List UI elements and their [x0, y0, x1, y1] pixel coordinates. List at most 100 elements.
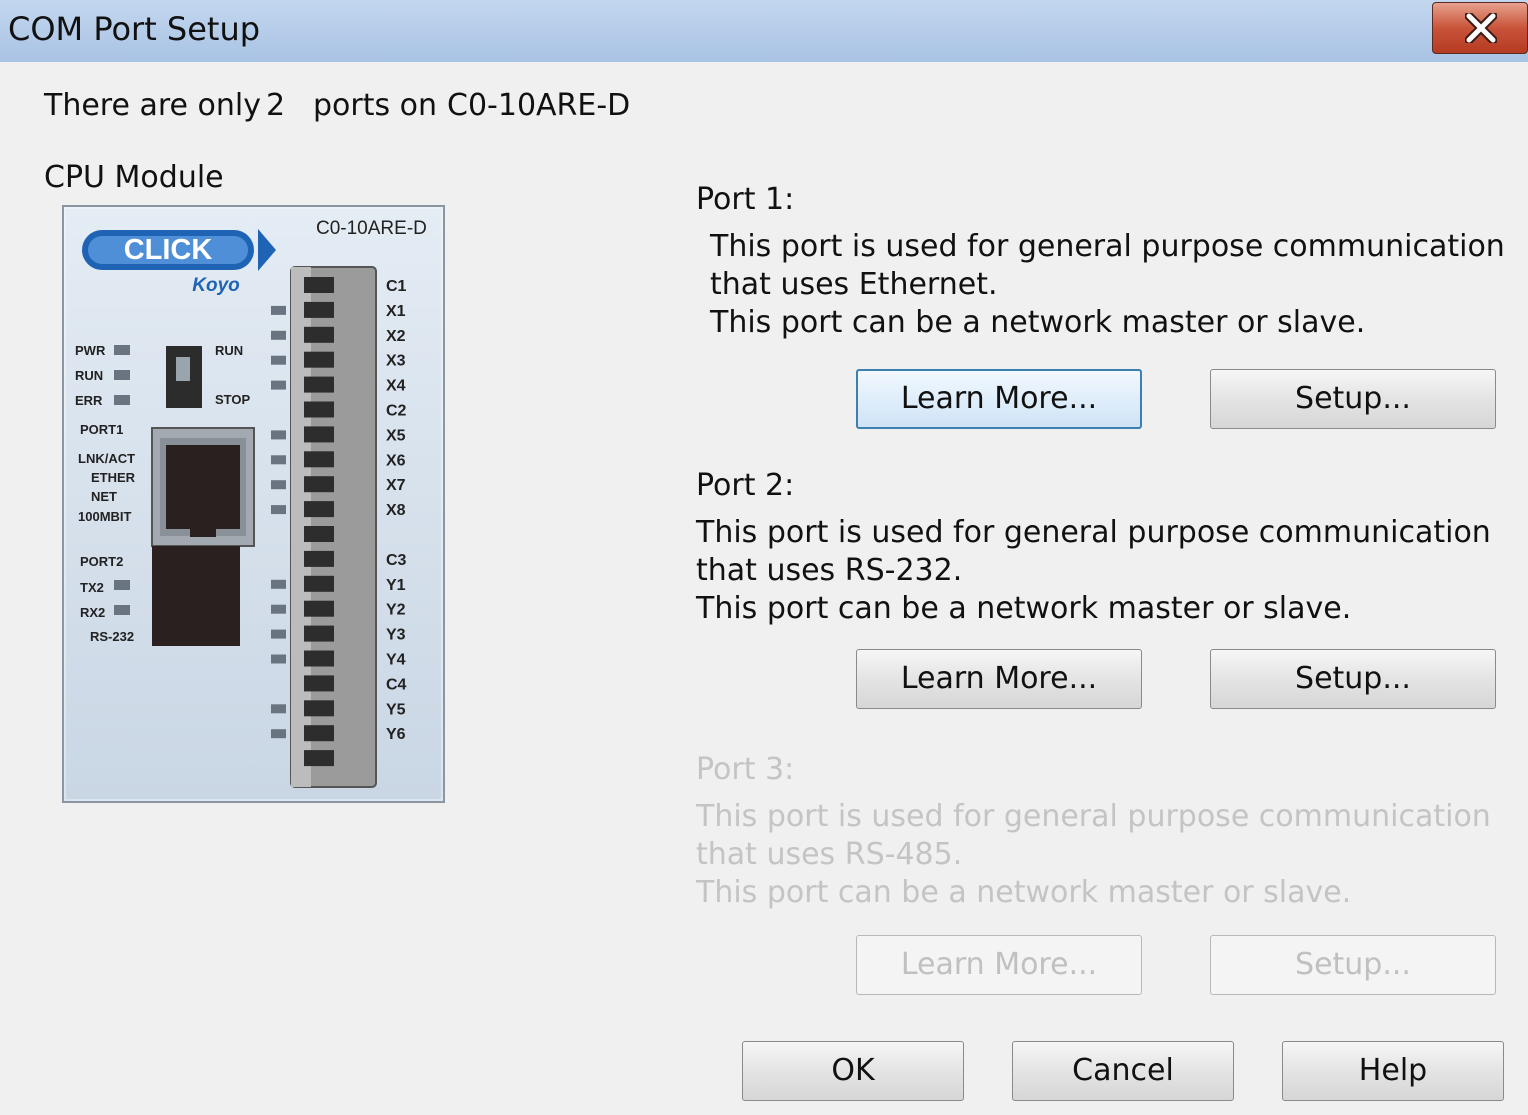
switch-label-run: RUN: [215, 343, 243, 358]
io-led: [271, 480, 286, 490]
terminal-screw: [304, 750, 334, 767]
terminal-label: Y1: [386, 577, 406, 594]
cpu-module-image: CLICK Koyo C0-10ARE-D PWR RUN ERR RUN ST…: [62, 205, 445, 803]
io-led: [271, 704, 286, 714]
terminal-screw: [304, 575, 334, 592]
port1-desc-line2: that uses Ethernet.: [710, 267, 998, 302]
terminal-label: C1: [386, 278, 407, 295]
model-name: C0-10ARE-D: [447, 88, 631, 123]
close-icon: [1465, 13, 1497, 43]
terminal-screw: [304, 301, 334, 318]
terminal-screw: [304, 326, 334, 343]
terminal-screw: [304, 526, 334, 542]
terminal-screw: [304, 451, 334, 468]
port3-setup-button: Setup...: [1210, 935, 1496, 995]
rs232-label: RS-232: [90, 629, 134, 644]
terminal-label: C3: [386, 552, 407, 569]
terminal-label: Y6: [386, 726, 406, 743]
port2-desc-line2: that uses RS-232.: [696, 553, 963, 588]
net-label: NET: [91, 489, 117, 504]
port1-learn-more-button[interactable]: Learn More...: [856, 369, 1142, 429]
close-button[interactable]: [1432, 2, 1528, 54]
100mbit-label: 100MBIT: [78, 509, 132, 524]
cancel-button[interactable]: Cancel: [1012, 1041, 1234, 1101]
terminal-screw: [304, 476, 334, 493]
ether-label: ETHER: [91, 470, 136, 485]
port2-desc-line3: This port can be a network master or sla…: [696, 591, 1352, 626]
brand-text: CLICK: [124, 234, 213, 266]
tx2-label: TX2: [80, 580, 104, 595]
terminal-screw: [304, 277, 334, 293]
terminal-screw: [304, 625, 334, 642]
io-led: [271, 729, 286, 739]
port1-desc-line3: This port can be a network master or sla…: [710, 305, 1366, 340]
terminal-screw: [304, 650, 334, 667]
terminal-label: Y5: [386, 701, 406, 718]
summary-middle: ports on: [313, 88, 438, 123]
io-led: [271, 430, 286, 440]
port2-title: Port 2:: [696, 468, 795, 503]
terminal-label: C4: [386, 676, 407, 693]
terminal-screw: [304, 675, 334, 692]
cpu-model-text: C0-10ARE-D: [316, 218, 427, 239]
port2-label: PORT2: [80, 554, 123, 569]
port3-desc-line3: This port can be a network master or sla…: [696, 875, 1352, 910]
terminal-screw: [304, 700, 334, 717]
ok-button[interactable]: OK: [742, 1041, 964, 1101]
io-led: [271, 654, 286, 664]
port2-setup-button[interactable]: Setup...: [1210, 649, 1496, 709]
port-count: 2: [266, 88, 286, 123]
terminal-screw: [304, 550, 334, 567]
lnk-act-label: LNK/ACT: [78, 451, 135, 466]
io-led: [271, 604, 286, 614]
terminal-screw: [304, 501, 334, 518]
io-led: [271, 305, 286, 315]
terminal-label: C2: [386, 403, 407, 420]
terminal-screw: [304, 725, 334, 742]
led-label-run: RUN: [75, 368, 103, 383]
port1-desc-line1: This port is used for general purpose co…: [710, 229, 1505, 264]
terminal-label: X4: [386, 378, 406, 395]
led-label-err: ERR: [75, 393, 103, 408]
terminal-screw: [304, 600, 334, 617]
terminal-screw: [304, 426, 334, 443]
summary-prefix: There are only: [44, 88, 261, 123]
terminal-label: X5: [386, 427, 406, 444]
maker-text: Koyo: [192, 275, 240, 296]
port3-desc-line2: that uses RS-485.: [696, 837, 963, 872]
port1-title: Port 1:: [696, 182, 795, 217]
rx2-label: RX2: [80, 605, 105, 620]
port3-learn-more-button: Learn More...: [856, 935, 1142, 995]
io-led: [271, 579, 286, 589]
port3-title: Port 3:: [696, 752, 795, 787]
terminal-label: Y3: [386, 627, 406, 644]
io-led: [271, 355, 286, 365]
rs232-port: [152, 546, 240, 646]
io-led: [271, 455, 286, 465]
led-label-pwr: PWR: [75, 343, 106, 358]
terminal-screw: [304, 376, 334, 393]
terminal-label: X6: [386, 452, 406, 469]
io-led: [271, 380, 286, 390]
port2-learn-more-button[interactable]: Learn More...: [856, 649, 1142, 709]
io-led: [271, 330, 286, 340]
port1-label: PORT1: [80, 422, 123, 437]
port1-setup-button[interactable]: Setup...: [1210, 369, 1496, 429]
terminal-label: Y2: [386, 602, 406, 619]
terminal-screw: [304, 401, 334, 418]
terminal-screw: [304, 351, 334, 368]
terminal-label: X2: [386, 328, 406, 345]
terminal-label: X3: [386, 353, 406, 370]
terminal-label: X7: [386, 477, 406, 494]
io-led: [271, 505, 286, 515]
window-title: COM Port Setup: [8, 10, 261, 48]
terminal-label: X1: [386, 303, 406, 320]
terminal-label: Y4: [386, 652, 406, 669]
help-button[interactable]: Help: [1282, 1041, 1504, 1101]
title-bar: COM Port Setup: [0, 0, 1528, 62]
cpu-module-label: CPU Module: [44, 160, 224, 195]
switch-label-stop: STOP: [215, 392, 250, 407]
port3-desc-line1: This port is used for general purpose co…: [696, 799, 1491, 834]
port2-desc-line1: This port is used for general purpose co…: [696, 515, 1491, 550]
terminal-label: X8: [386, 502, 406, 519]
